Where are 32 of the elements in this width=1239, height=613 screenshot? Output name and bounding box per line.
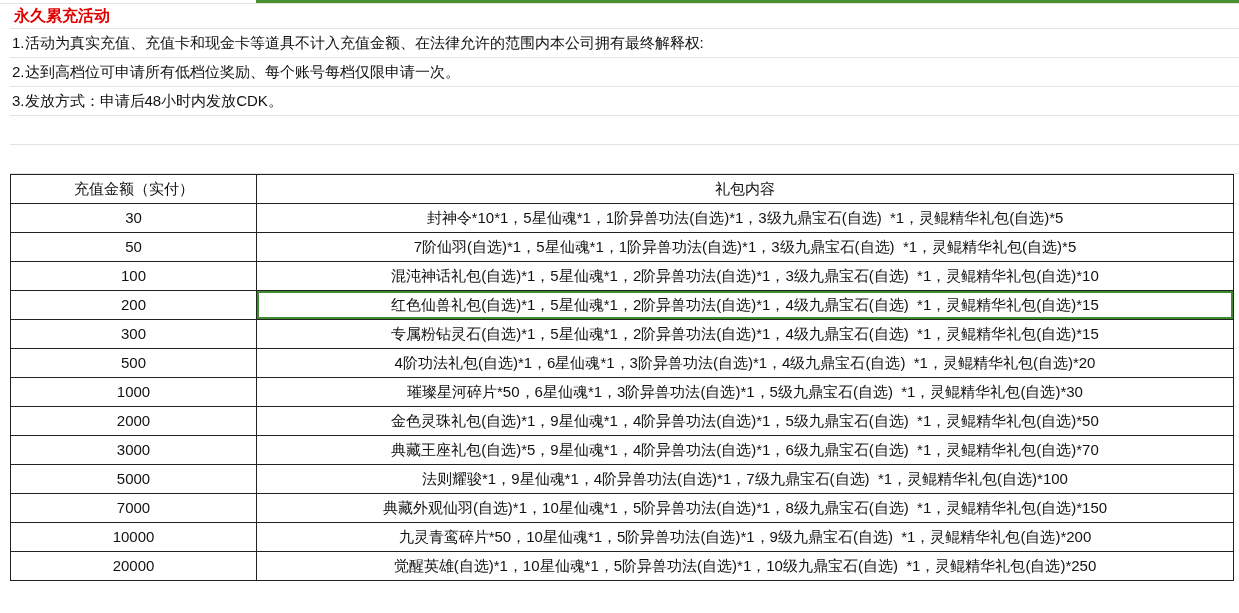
table-cell: 红色仙兽礼包(自选)*1，5星仙魂*1，2阶异兽功法(自选)*1，4级九鼎宝石(自选) *1，灵鲲精华礼包(自选)*15 [257,291,1233,319]
table-cell-text: 法则耀骏*1，9星仙魂*1，4阶异兽功法(自选)*1，7级九鼎宝石(自选) *1，灵鲲精华礼包(自选)*100 [421,468,1069,489]
table-cell-text: 典藏外观仙羽(自选)*1，10星仙魂*1，5阶异兽功法(自选)*1，8级九鼎宝石(自选) *1，灵鲲精华礼包(自选)*150 [381,497,1109,518]
note-text: 1.活动为真实充值、充值卡和现金卡等道具不计入充值金额、在法律允许的范围内本公司拥有最终解释权: [11,32,704,53]
column-header: 充值金额（实付） [11,175,257,203]
table-cell-text: 混沌神话礼包(自选)*1，5星仙魂*1，2阶异兽功法(自选)*1，3级九鼎宝石(自选) *1，灵鲲精华礼包(自选)*10 [390,265,1100,286]
table-cell: 50 [11,233,257,261]
table-cell-text: 4阶功法礼包(自选)*1，6星仙魂*1，3阶异兽功法(自选)*1，4级九鼎宝石(自选) *1，灵鲲精华礼包(自选)*20 [393,352,1097,373]
sheet-title: 永久累充活动 [13,5,110,27]
table-cell: 3000 [11,436,257,464]
table-cell: 7000 [11,494,257,522]
table-cell-text: 九灵青鸾碎片*50，10星仙魂*1，5阶异兽功法(自选)*1，9级九鼎宝石(自选) *1，灵鲲精华礼包(自选)*200 [397,526,1093,547]
table-cell: 300 [11,320,257,348]
table-cell-text: 7阶仙羽(自选)*1，5星仙魂*1，1阶异兽功法(自选)*1，3级九鼎宝石(自选) *1，灵鲲精华礼包(自选)*5 [412,236,1078,257]
table-cell: 20000 [11,552,257,580]
table-cell: 2000 [11,407,257,435]
table-cell-text: 璀璨星河碎片*50，6星仙魂*1，3阶异兽功法(自选)*1，5级九鼎宝石(自选) *1，灵鲲精华礼包(自选)*30 [406,381,1084,402]
note-text: 2.达到高档位可申请所有低档位奖励、每个账号每档仅限申请一次。 [11,61,460,82]
table-cell: 200 [11,291,257,319]
table-cell-text: 专属粉钻灵石(自选)*1，5星仙魂*1，2阶异兽功法(自选)*1，4级九鼎宝石(自选) *1，灵鲲精华礼包(自选)*15 [390,323,1100,344]
table-cell-text: 金色灵珠礼包(自选)*1，9星仙魂*1，4阶异兽功法(自选)*1，5级九鼎宝石(自选) *1，灵鲲精华礼包(自选)*50 [390,410,1100,431]
table-cell: 5000 [11,465,257,493]
table-cell: 10000 [11,523,257,551]
table-cell-text: 典藏王座礼包(自选)*5，9星仙魂*1，4阶异兽功法(自选)*1，6级九鼎宝石(自选) *1，灵鲲精华礼包(自选)*70 [390,439,1100,460]
column-header: 礼包内容 [714,178,776,199]
table-cell: 1000 [11,378,257,406]
table-cell: 500 [11,349,257,377]
table-cell: 100 [11,262,257,290]
table-cell-text: 封神令*10*1，5星仙魂*1，1阶异兽功法(自选)*1，3级九鼎宝石(自选) *1，灵鲲精华礼包(自选)*5 [425,207,1065,228]
table-cell-text: 觉醒英雄(自选)*1，10星仙魂*1，5阶异兽功法(自选)*1，10级九鼎宝石(自选) *1，灵鲲精华礼包(自选)*250 [392,555,1098,576]
note-text: 3.发放方式：申请后48小时内发放CDK。 [11,90,283,111]
table-cell: 30 [11,204,257,232]
